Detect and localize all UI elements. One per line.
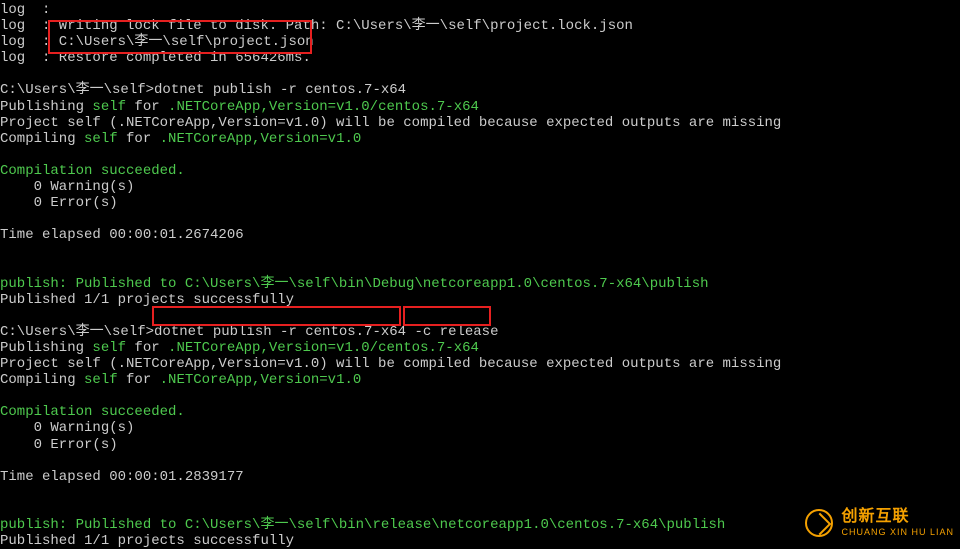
prompt-line-release: C:\Users\李一\self>dotnet publish -r cento… bbox=[0, 324, 498, 340]
log-line: log : bbox=[0, 2, 50, 18]
log-line: log : Writing lock file to disk. Path: C… bbox=[0, 18, 633, 34]
watermark: 创新互联 CHUANG XIN HU LIAN bbox=[805, 508, 954, 537]
compilation-succeeded: Compilation succeeded. bbox=[0, 404, 185, 420]
warnings-line: 0 Warning(s) bbox=[0, 179, 134, 195]
publish-line: Publishing self for .NETCoreApp,Version=… bbox=[0, 99, 479, 115]
time-elapsed: Time elapsed 00:00:01.2674206 bbox=[0, 227, 244, 243]
publish-path: publish: Published to C:\Users\李一\self\b… bbox=[0, 517, 725, 533]
terminal-output: log : log : Writing lock file to disk. P… bbox=[0, 2, 960, 549]
watermark-text-big: 创新互联 bbox=[841, 508, 954, 526]
project-line: Project self (.NETCoreApp,Version=v1.0) … bbox=[0, 115, 781, 131]
log-line: log : C:\Users\李一\self\project.json bbox=[0, 34, 314, 50]
errors-line: 0 Error(s) bbox=[0, 195, 118, 211]
compilation-succeeded: Compilation succeeded. bbox=[0, 163, 185, 179]
publish-line: Publishing self for .NETCoreApp,Version=… bbox=[0, 340, 479, 356]
prompt-line: C:\Users\李一\self>dotnet publish -r cento… bbox=[0, 82, 406, 98]
log-line-restore: log : Restore completed in 656426ms. bbox=[0, 50, 311, 66]
errors-line: 0 Error(s) bbox=[0, 437, 118, 453]
time-elapsed: Time elapsed 00:00:01.2839177 bbox=[0, 469, 244, 485]
compiling-line: Compiling self for .NETCoreApp,Version=v… bbox=[0, 131, 361, 147]
published-ok: Published 1/1 projects successfully bbox=[0, 292, 294, 308]
compiling-line: Compiling self for .NETCoreApp,Version=v… bbox=[0, 372, 361, 388]
publish-path: publish: Published to C:\Users\李一\self\b… bbox=[0, 276, 709, 292]
warnings-line: 0 Warning(s) bbox=[0, 420, 134, 436]
watermark-text-small: CHUANG XIN HU LIAN bbox=[841, 527, 954, 537]
project-line: Project self (.NETCoreApp,Version=v1.0) … bbox=[0, 356, 781, 372]
watermark-logo-icon bbox=[805, 509, 833, 537]
published-ok: Published 1/1 projects successfully bbox=[0, 533, 294, 549]
